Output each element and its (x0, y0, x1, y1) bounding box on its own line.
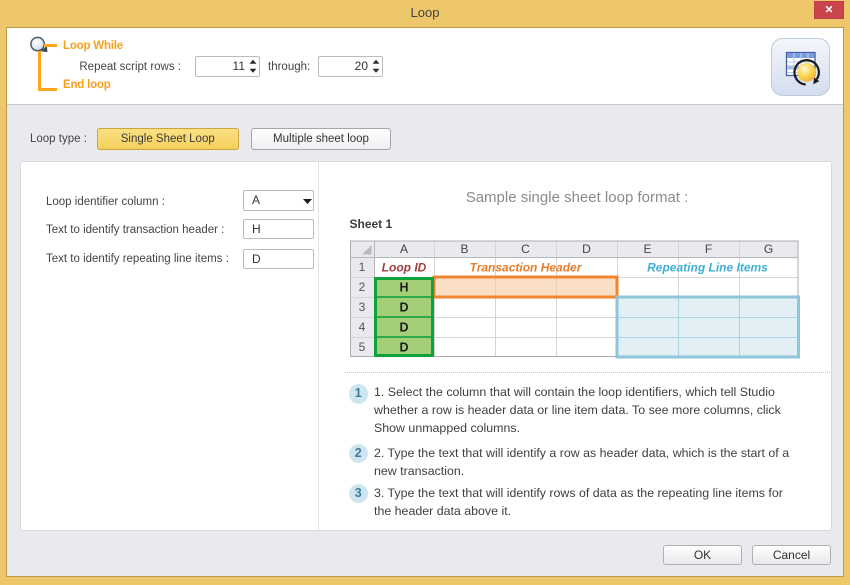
svg-text:F: F (705, 242, 712, 256)
svg-text:D: D (582, 242, 591, 256)
svg-text:1: 1 (359, 260, 366, 274)
svg-text:B: B (460, 242, 468, 256)
svg-text:C: C (521, 242, 530, 256)
svg-text:G: G (764, 242, 773, 256)
svg-text:D: D (399, 341, 408, 355)
svg-text:E: E (643, 242, 651, 256)
svg-text:H: H (399, 281, 408, 295)
svg-text:D: D (399, 301, 408, 315)
svg-text:A: A (400, 242, 408, 256)
svg-text:5: 5 (359, 340, 366, 354)
svg-text:D: D (399, 321, 408, 335)
svg-text:Loop ID: Loop ID (382, 261, 427, 275)
svg-text:4: 4 (359, 320, 366, 334)
svg-text:3: 3 (359, 300, 366, 314)
svg-text:Repeating Line Items: Repeating Line Items (647, 261, 768, 275)
svg-text:2: 2 (359, 280, 366, 294)
svg-text:Transaction Header: Transaction Header (470, 261, 583, 275)
